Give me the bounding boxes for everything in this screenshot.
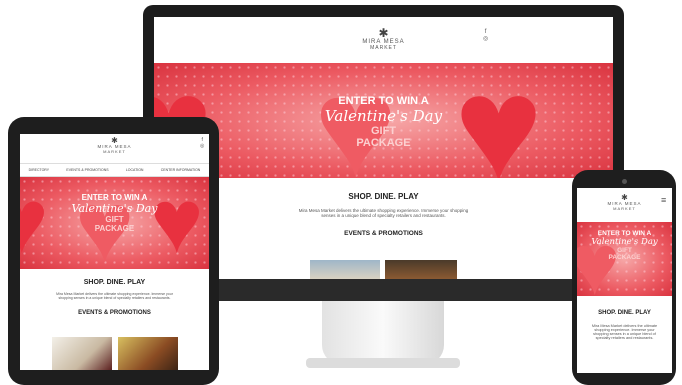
monitor-stand (322, 301, 444, 365)
intro-text: Mira Mesa Market delivers the ultimate s… (56, 292, 173, 300)
main-content: SHOP. DINE. PLAY Mira Mesa Market delive… (154, 178, 613, 237)
facebook-icon[interactable]: f (483, 29, 488, 36)
main-nav: DIRECTORY EVENTS & PROMOTIONS LOCATION C… (20, 163, 209, 177)
hero-line4: PACKAGE (94, 224, 135, 233)
nav-center-info[interactable]: CENTER INFORMATION (161, 168, 201, 172)
event-thumbnail[interactable] (118, 337, 178, 370)
logo-icon: ✱ (378, 26, 389, 40)
monitor-screen: ✱ MIRA MESA MARKET f ◎ ♥ ♥ ♥ ENTER TO WI… (154, 17, 613, 279)
hero-line3: GIFT (105, 215, 124, 224)
instagram-icon[interactable]: ◎ (200, 143, 204, 149)
section-heading: SHOP. DINE. PLAY (598, 310, 651, 316)
logo-icon: ✱ (621, 193, 628, 202)
hero-line2: Valentine's Day (71, 202, 158, 215)
intro-text: Mira Mesa Market delivers the ultimate s… (298, 208, 469, 218)
events-heading: EVENTS & PROMOTIONS (78, 310, 151, 316)
logo-subtext: MARKET (370, 44, 397, 51)
hero-line3: GIFT (617, 247, 632, 254)
section-heading: SHOP. DINE. PLAY (348, 192, 419, 201)
logo-subtext: MARKET (103, 148, 126, 154)
hamburger-menu-icon[interactable]: ≡ (661, 195, 666, 206)
hero-line4: PACKAGE (608, 254, 641, 261)
nav-location[interactable]: LOCATION (126, 168, 144, 172)
hero-line3: GIFT (370, 125, 397, 137)
hero-line2: Valentine's Day (324, 107, 443, 125)
main-content: SHOP. DINE. PLAY Mira Mesa Market delive… (20, 269, 209, 316)
hero-line1: ENTER TO WIN A (597, 230, 652, 237)
site-header: ✱ MIRA MESA MARKET f ◎ (154, 17, 613, 63)
logo-subtext: MARKET (613, 205, 636, 211)
camera-icon (622, 179, 627, 184)
site-header: ✱ MIRA MESA MARKET f ◎ (20, 134, 209, 160)
hero-line1: ENTER TO WIN A (338, 95, 429, 107)
hero-line2: Valentine's Day (591, 237, 658, 247)
hero-line4: PACKAGE (356, 137, 411, 149)
intro-text: Mira Mesa Market delivers the ultimate s… (591, 324, 658, 340)
hero-banner[interactable]: ♥ ♥ ♥ ENTER TO WIN A Valentine's Day GIF… (154, 63, 613, 178)
hero-banner[interactable]: ♥ ♥ ♥ ENTER TO WIN A Valentine's Day GIF… (20, 177, 209, 269)
events-heading: EVENTS & PROMOTIONS (344, 230, 423, 237)
site-header: ✱ MIRA MESA MARKET ≡ (577, 188, 672, 222)
monitor-base (306, 358, 460, 368)
instagram-icon[interactable]: ◎ (483, 36, 488, 43)
event-thumbnail[interactable] (385, 260, 457, 279)
event-thumbnail[interactable] (310, 260, 380, 279)
phone-screen: ✱ MIRA MESA MARKET ≡ ♥ ENTER TO WIN A Va… (577, 188, 672, 373)
event-thumbnail[interactable] (52, 337, 112, 370)
nav-directory[interactable]: DIRECTORY (29, 168, 50, 172)
section-heading: SHOP. DINE. PLAY (83, 279, 146, 286)
hero-banner[interactable]: ♥ ENTER TO WIN A Valentine's Day GIFT PA… (577, 222, 672, 296)
main-content: SHOP. DINE. PLAY Mira Mesa Market delive… (577, 296, 672, 340)
tablet-screen: ✱ MIRA MESA MARKET f ◎ DIRECTORY EVENTS … (20, 134, 209, 370)
hero-line1: ENTER TO WIN A (81, 193, 148, 202)
nav-events[interactable]: EVENTS & PROMOTIONS (66, 168, 108, 172)
